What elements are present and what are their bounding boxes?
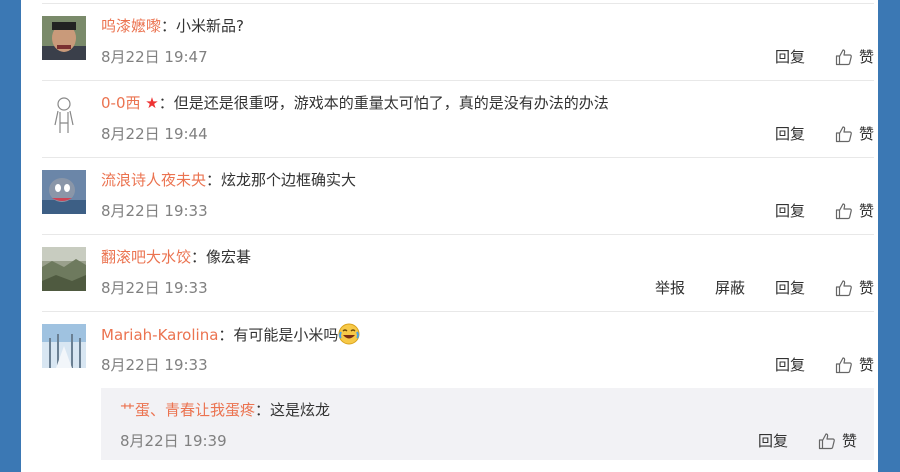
comment-content: Mariah-Karolina：有可能是小米吗 — [101, 323, 360, 346]
reply-button[interactable]: 回复 — [775, 123, 805, 145]
comment-time: 8月22日 19:33 — [101, 202, 208, 220]
thumbs-up-icon — [835, 357, 852, 374]
like-label: 赞 — [841, 432, 857, 450]
thumbs-up-icon — [835, 126, 852, 143]
separator: ： — [158, 94, 174, 112]
separator: ： — [191, 248, 207, 266]
like-button[interactable]: 赞 — [835, 354, 874, 376]
username-link[interactable]: 艹蛋、青春让我蛋疼 — [120, 401, 255, 419]
comment-item: 呜漆嬷嚟：小米新品? 8月22日 19:47 回复 赞 — [42, 4, 874, 81]
reply-actions: 回复 赞 — [728, 430, 857, 452]
username-link[interactable]: 呜漆嬷嚟 — [101, 17, 161, 35]
comment-item: 流浪诗人夜未央：炫龙那个边框确实大 8月22日 19:33 回复 赞 — [42, 158, 874, 235]
comment-item: 翻滚吧大水饺：像宏碁 8月22日 19:33 举报 屏蔽 回复 赞 — [42, 235, 874, 312]
reply-button[interactable]: 回复 — [775, 277, 805, 299]
comment-content: 0-0西 ★：但是还是很重呀，游戏本的重量太可怕了，真的是没有办法的办法 — [101, 92, 609, 114]
thumbs-up-icon — [835, 49, 852, 66]
avatar[interactable] — [42, 16, 86, 60]
reply-button[interactable]: 回复 — [758, 430, 788, 452]
thumbs-up-icon — [818, 433, 835, 450]
comment-text: 像宏碁 — [206, 248, 252, 266]
comment-actions: 回复 赞 — [745, 123, 874, 145]
comment-content: 呜漆嬷嚟：小米新品? — [101, 15, 244, 37]
like-button[interactable]: 赞 — [835, 200, 874, 222]
username-link[interactable]: 翻滚吧大水饺 — [101, 248, 191, 266]
username-link[interactable]: Mariah-Karolina — [101, 326, 218, 344]
like-button[interactable]: 赞 — [835, 46, 874, 68]
block-button[interactable]: 屏蔽 — [715, 277, 745, 299]
separator: ： — [255, 401, 271, 419]
username-link[interactable]: 0-0西 — [101, 94, 141, 112]
reply-time: 8月22日 19:39 — [120, 432, 227, 450]
comment-time: 8月22日 19:33 — [101, 356, 208, 374]
comment-text: 炫龙那个边框确实大 — [221, 171, 357, 189]
like-button[interactable]: 赞 — [835, 123, 874, 145]
comment-text: 有可能是小米吗 — [233, 326, 339, 344]
reply-text: 这是炫龙 — [270, 401, 331, 419]
like-label: 赞 — [858, 202, 874, 220]
comment-item: 0-0西 ★：但是还是很重呀，游戏本的重量太可怕了，真的是没有办法的办法 8月2… — [42, 81, 874, 158]
comment-time: 8月22日 19:47 — [101, 48, 208, 66]
like-button[interactable]: 赞 — [818, 430, 857, 452]
separator: ： — [161, 17, 177, 35]
reply-button[interactable]: 回复 — [775, 200, 805, 222]
comment-actions: 回复 赞 — [745, 46, 874, 68]
comment-text: 小米新品? — [176, 17, 244, 35]
comments-panel: 呜漆嬷嚟：小米新品? 8月22日 19:47 回复 赞 0-0西 ★：但是还是很… — [21, 0, 878, 472]
comment-text: 但是还是很重呀，游戏本的重量太可怕了，真的是没有办法的办法 — [173, 94, 609, 112]
report-button[interactable]: 举报 — [655, 277, 685, 299]
comment-content: 流浪诗人夜未央：炫龙那个边框确实大 — [101, 169, 356, 191]
comment-actions: 回复 赞 — [745, 200, 874, 222]
laugh-cry-emoji-icon — [338, 323, 360, 345]
comment-content: 翻滚吧大水饺：像宏碁 — [101, 246, 251, 268]
like-label: 赞 — [858, 279, 874, 297]
comment-time: 8月22日 19:44 — [101, 125, 208, 143]
star-badge-icon: ★ — [145, 94, 159, 112]
avatar[interactable] — [42, 170, 86, 214]
thumbs-up-icon — [835, 280, 852, 297]
avatar[interactable] — [42, 247, 86, 291]
like-button[interactable]: 赞 — [835, 277, 874, 299]
reply-button[interactable]: 回复 — [775, 46, 805, 68]
reply-item: 艹蛋、青春让我蛋疼：这是炫龙 8月22日 19:39 回复 赞 — [101, 388, 874, 460]
username-link[interactable]: 流浪诗人夜未央 — [101, 171, 206, 189]
avatar[interactable] — [42, 93, 86, 137]
reply-content: 艹蛋、青春让我蛋疼：这是炫龙 — [120, 399, 330, 421]
reply-button[interactable]: 回复 — [775, 354, 805, 376]
comment-actions: 回复 赞 — [745, 354, 874, 376]
avatar[interactable] — [42, 324, 86, 368]
like-label: 赞 — [858, 48, 874, 66]
comment-time: 8月22日 19:33 — [101, 279, 208, 297]
comment-actions: 举报 屏蔽 回复 赞 — [625, 277, 874, 299]
separator: ： — [218, 326, 234, 344]
like-label: 赞 — [858, 125, 874, 143]
thumbs-up-icon — [835, 203, 852, 220]
separator: ： — [206, 171, 222, 189]
like-label: 赞 — [858, 356, 874, 374]
